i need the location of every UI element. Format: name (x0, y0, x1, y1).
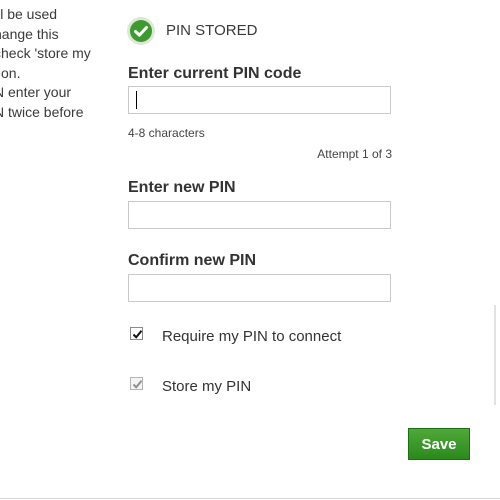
status-text: PIN STORED (166, 22, 258, 39)
save-button[interactable]: Save (408, 428, 470, 460)
current-pin-input[interactable] (128, 86, 391, 114)
checkmark-icon (132, 380, 143, 389)
checkmark-icon (132, 330, 143, 339)
require-pin-checkbox[interactable] (130, 327, 143, 340)
description-line: ill be used (0, 6, 58, 22)
pin-length-hint: 4-8 characters (128, 126, 205, 140)
description-line: N enter your (0, 84, 72, 100)
bottom-divider (0, 498, 500, 499)
description-line: check 'store my (0, 45, 91, 61)
text-caret (136, 91, 137, 109)
panel-edge (494, 305, 496, 405)
attempt-counter: Attempt 1 of 3 (317, 147, 392, 161)
confirm-pin-input[interactable] (128, 274, 391, 302)
confirm-pin-label: Confirm new PIN (128, 252, 257, 269)
pin-description: ill be used hange this check 'store my t… (0, 5, 106, 122)
check-circle-icon (127, 17, 155, 45)
require-pin-label[interactable]: Require my PIN to connect (162, 328, 341, 345)
description-line: hange this (0, 25, 59, 42)
store-pin-label[interactable]: Store my PIN (162, 378, 251, 395)
description-line: tion. (0, 64, 21, 81)
store-pin-checkbox[interactable] (130, 377, 143, 390)
current-pin-label: Enter current PIN code (128, 65, 302, 82)
new-pin-label: Enter new PIN (128, 179, 236, 196)
new-pin-input[interactable] (128, 201, 391, 229)
description-line: N twice before (0, 103, 84, 120)
